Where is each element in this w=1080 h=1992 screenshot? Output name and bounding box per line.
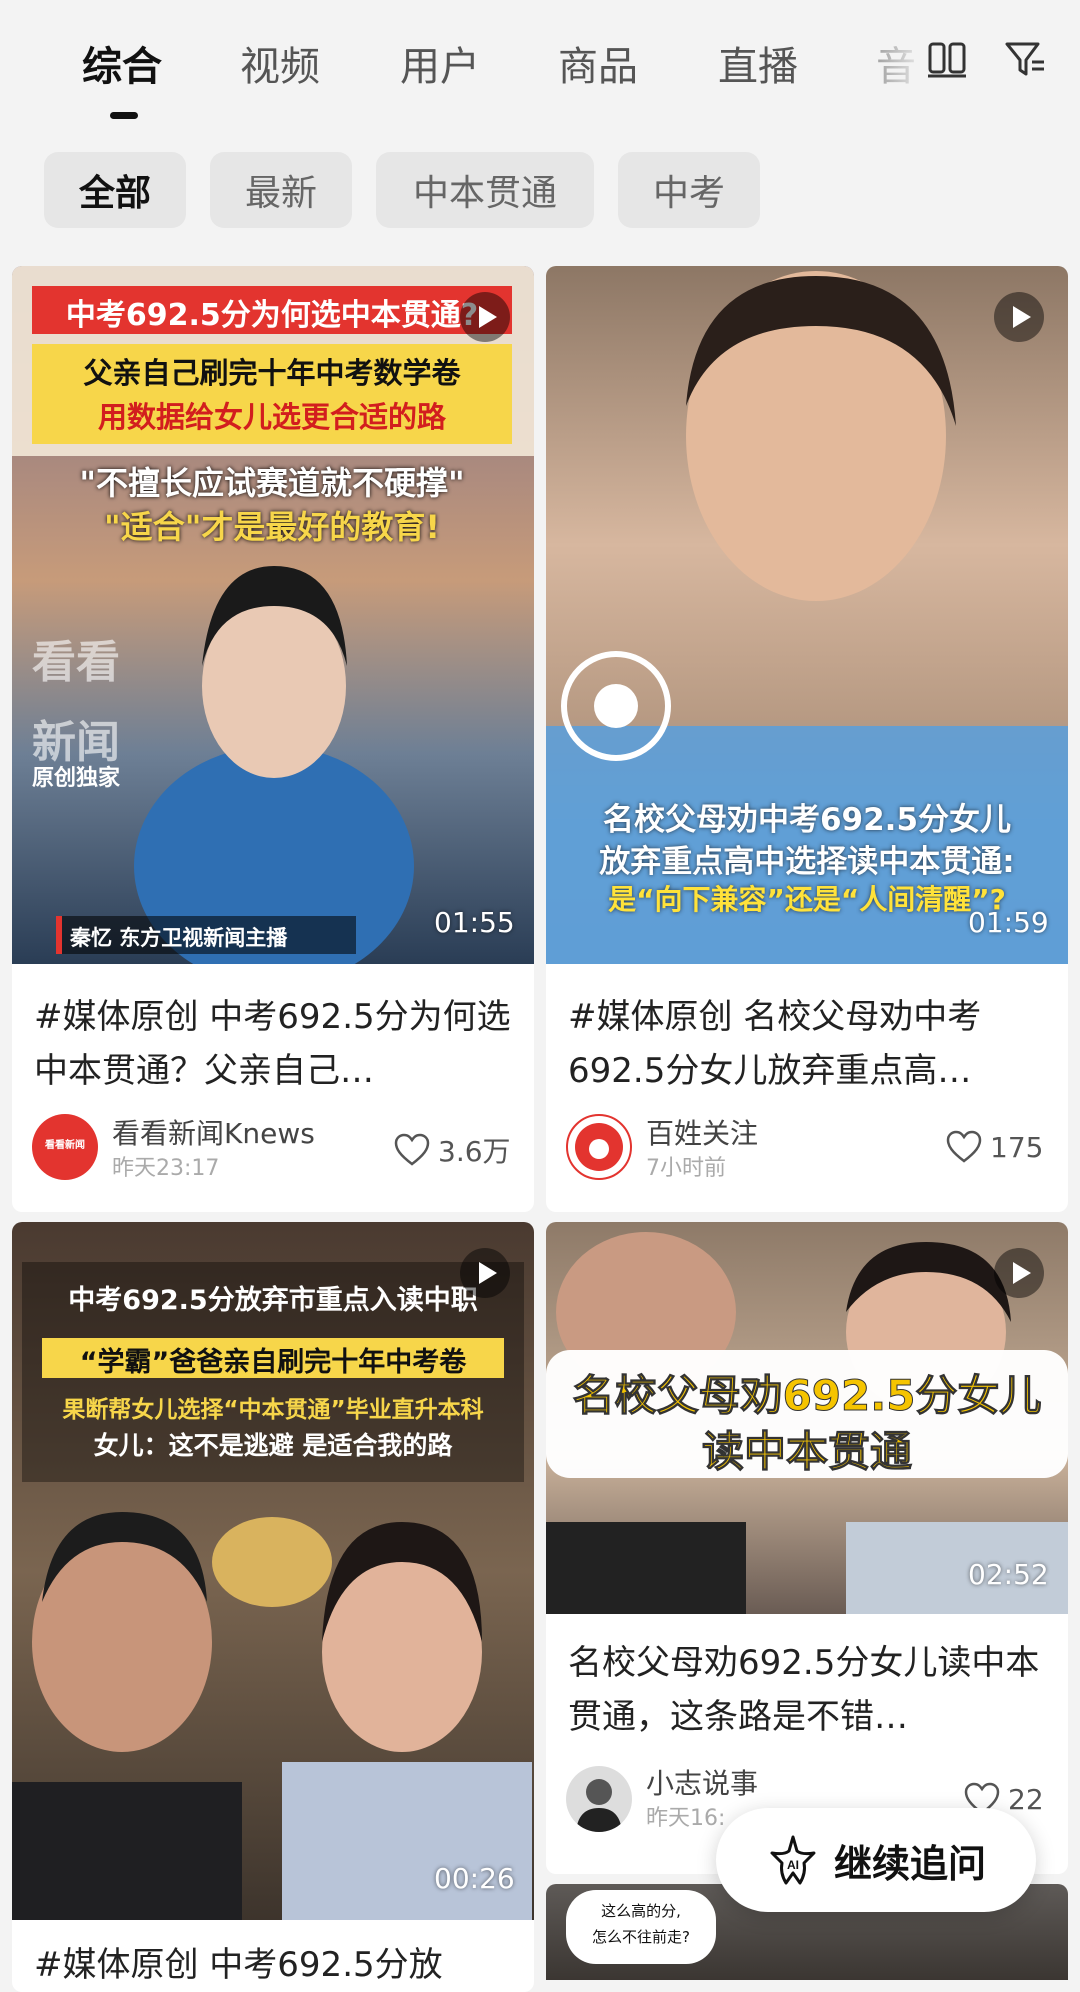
overlay-line: 用数据给女儿选更合适的路 <box>97 400 446 434</box>
chip-zhongkao[interactable]: 中考 <box>618 152 760 228</box>
video-card[interactable]: 中考692.5分放弃市重点入读中职 “学霸”爸爸亲自刷完十年中考卷 果断帮女儿选… <box>12 1222 534 1992</box>
ai-sparkle-icon: AI <box>770 1835 816 1885</box>
video-thumbnail[interactable]: 中考692.5分为何选中本贯通? 父亲自己刷完十年中考数学卷 用数据给女儿选更合… <box>12 266 534 964</box>
tab-comprehensive[interactable]: 综合 <box>82 34 162 92</box>
overlay-line: 名校父母劝中考692.5分女儿 <box>602 802 1012 838</box>
avatar[interactable] <box>566 1766 632 1832</box>
video-duration: 02:52 <box>968 1558 1049 1591</box>
avatar-logo-text: 看看新闻 <box>45 1140 85 1151</box>
chip-latest[interactable]: 最新 <box>210 152 352 228</box>
overlay-line: “学霸”爸爸亲自刷完十年中考卷 <box>79 1347 467 1378</box>
video-title[interactable]: #媒体原创 名校父母劝中考692.5分女儿放弃重点高… <box>568 990 1048 1098</box>
avatar[interactable] <box>566 1114 632 1180</box>
tab-users[interactable]: 用户 <box>400 34 480 92</box>
video-thumbnail[interactable]: 名校父母劝692.5分女儿 读中本贯通 02:52 <box>546 1222 1068 1614</box>
overlay-quote: "不擅长应试赛道就不硬撑" <box>79 464 465 502</box>
overlay-line: 中考692.5分放弃市重点入读中职 <box>68 1285 478 1316</box>
bubble-line: 这么高的分, <box>601 1902 681 1920</box>
video-title[interactable]: #媒体原创 中考692.5分为何选中本贯通？父亲自己… <box>34 990 514 1098</box>
post-time: 7小时前 <box>646 1156 726 1181</box>
video-duration: 01:55 <box>434 906 515 939</box>
continue-asking-label: 继续追问 <box>833 1841 986 1886</box>
play-icon[interactable] <box>460 1248 510 1298</box>
overlay-line: 父亲自己刷完十年中考数学卷 <box>83 356 461 390</box>
overlay-headline: 名校父母劝692.5分女儿 <box>572 1371 1042 1421</box>
overlay-line: 放弃重点高中选择读中本贯通: <box>599 844 1015 880</box>
chip-zhongben[interactable]: 中本贯通 <box>376 152 594 228</box>
filter-icon[interactable] <box>1002 36 1048 82</box>
tab-fade <box>870 20 930 100</box>
post-time: 昨天16: <box>646 1806 726 1831</box>
chip-all[interactable]: 全部 <box>44 152 186 228</box>
overlay-headline: 中考692.5分为何选中本贯通? <box>65 298 479 333</box>
watermark: 看看 <box>32 637 120 688</box>
author-name[interactable]: 小志说事 <box>646 1762 758 1802</box>
tab-products[interactable]: 商品 <box>558 34 638 92</box>
like-count[interactable]: 175 <box>946 1130 1043 1164</box>
like-count-text: 22 <box>1008 1782 1044 1816</box>
watermark: 原创独家 <box>32 766 121 791</box>
overlay-line: 女儿：这不是逃避 是适合我的路 <box>93 1431 453 1460</box>
video-thumbnail[interactable]: 名校父母劝中考692.5分女儿 放弃重点高中选择读中本贯通: 是“向下兼容”还是… <box>546 266 1068 964</box>
speech-bubble: 这么高的分, 怎么不往前走? <box>566 1890 716 1964</box>
post-time: 昨天23:17 <box>112 1156 220 1181</box>
heart-icon <box>946 1130 982 1163</box>
tab-video[interactable]: 视频 <box>240 34 320 92</box>
heart-icon <box>394 1133 430 1166</box>
video-title[interactable]: #媒体原创 中考692.5分放 <box>34 1938 514 1992</box>
play-icon[interactable] <box>994 1248 1044 1298</box>
video-card[interactable]: 名校父母劝中考692.5分女儿 放弃重点高中选择读中本贯通: 是“向下兼容”还是… <box>546 266 1068 1212</box>
like-count-text: 3.6万 <box>438 1135 511 1168</box>
layout-toggle-icon[interactable] <box>924 36 970 82</box>
bubble-line: 怎么不往前走? <box>592 1928 690 1946</box>
video-card[interactable]: 中考692.5分为何选中本贯通? 父亲自己刷完十年中考数学卷 用数据给女儿选更合… <box>12 266 534 1212</box>
overlay-headline: 读中本贯通 <box>701 1427 912 1477</box>
video-thumbnail[interactable]: 中考692.5分放弃市重点入读中职 “学霸”爸爸亲自刷完十年中考卷 果断帮女儿选… <box>12 1222 534 1920</box>
video-duration: 00:26 <box>434 1862 515 1895</box>
top-tab-bar: 综合 视频 用户 商品 直播 音 <box>0 0 1080 140</box>
author-name[interactable]: 看看新闻Knews <box>112 1112 315 1152</box>
continue-asking-button[interactable]: AI 继续追问 <box>716 1808 1036 1912</box>
play-icon[interactable] <box>460 292 510 342</box>
overlay-line: 果断帮女儿选择“中本贯通”毕业直升本科 <box>62 1397 484 1423</box>
tab-live[interactable]: 直播 <box>718 34 798 92</box>
video-title[interactable]: 名校父母劝692.5分女儿读中本贯通，这条路是不错… <box>568 1636 1048 1744</box>
video-card[interactable]: 名校父母劝692.5分女儿 读中本贯通 02:52 名校父母劝692.5分女儿读… <box>546 1222 1068 1874</box>
active-tab-indicator <box>110 112 138 119</box>
play-icon[interactable] <box>994 292 1044 342</box>
like-count-text: 175 <box>990 1130 1044 1164</box>
like-count[interactable]: 3.6万 <box>394 1130 511 1170</box>
ai-icon-text: AI <box>787 1858 799 1872</box>
author-name[interactable]: 百姓关注 <box>646 1112 758 1152</box>
video-duration: 01:59 <box>968 906 1049 939</box>
anchor-caption: 秦忆 东方卫视新闻主播 <box>70 926 288 950</box>
overlay-quote: "适合"才是最好的教育! <box>104 508 440 546</box>
avatar[interactable]: 看看新闻 <box>32 1114 98 1180</box>
